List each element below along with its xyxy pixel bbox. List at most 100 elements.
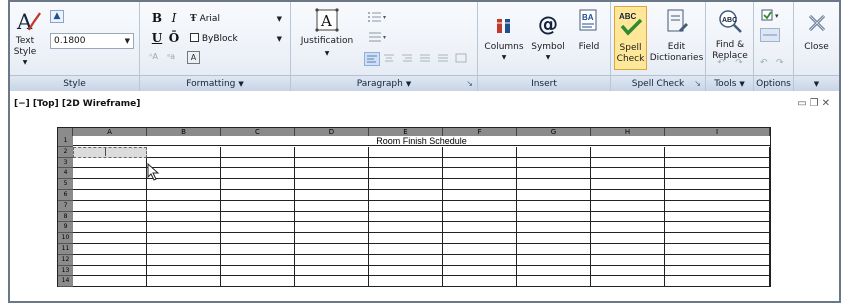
redo-button[interactable]: ↷ xyxy=(732,58,746,70)
table-cell[interactable] xyxy=(665,200,770,212)
table-cell[interactable] xyxy=(443,190,517,201)
font-select[interactable]: Ŧ Arial ▼ xyxy=(186,11,286,27)
table-cell[interactable] xyxy=(73,222,147,234)
table-cell[interactable] xyxy=(73,168,147,180)
table-cell[interactable] xyxy=(221,244,295,255)
table-cell[interactable] xyxy=(73,265,147,277)
table-cell[interactable] xyxy=(443,276,517,288)
distribute-button[interactable] xyxy=(436,52,452,66)
table-cell[interactable] xyxy=(147,146,221,158)
row-header-5[interactable]: 5 xyxy=(58,179,73,190)
table-cell[interactable] xyxy=(517,222,591,234)
table-cell[interactable] xyxy=(369,244,443,255)
table-cell[interactable] xyxy=(517,200,591,212)
table-cell[interactable] xyxy=(369,179,443,190)
table-cell[interactable] xyxy=(517,265,591,277)
table-title-cell[interactable]: Room Finish Schedule xyxy=(73,136,770,146)
chevron-down-icon[interactable]: ▼ xyxy=(125,34,130,48)
justification-button[interactable]: A Justification ▼ xyxy=(297,8,357,66)
table-cell[interactable] xyxy=(369,200,443,212)
table-cell[interactable] xyxy=(221,200,295,212)
table-cell[interactable] xyxy=(295,179,369,190)
uppercase-icon[interactable]: ᴬA xyxy=(149,52,158,61)
line-spacing-button[interactable]: ▾ xyxy=(367,30,389,44)
table-cell[interactable] xyxy=(665,146,770,158)
bullets-numbering-button[interactable]: ▾ xyxy=(367,10,389,24)
table-cell[interactable] xyxy=(221,179,295,190)
table-cell[interactable] xyxy=(591,157,665,169)
table-cell[interactable] xyxy=(369,157,443,169)
table-cell[interactable] xyxy=(517,244,591,255)
column-header-e[interactable]: E xyxy=(369,128,443,136)
table-cell[interactable] xyxy=(665,265,770,277)
table-cell[interactable] xyxy=(221,190,295,201)
table-cell[interactable] xyxy=(295,157,369,169)
restore-icon[interactable]: ❐ xyxy=(810,98,822,109)
chevron-down-icon[interactable]: ▼ xyxy=(277,12,282,26)
tools-panel-title[interactable]: Tools ▼ xyxy=(706,75,753,91)
table-cell[interactable] xyxy=(591,233,665,244)
table-cell[interactable] xyxy=(369,276,443,288)
table-cell[interactable] xyxy=(369,146,443,158)
column-header-a[interactable]: A xyxy=(73,128,147,136)
paragraph-panel-title[interactable]: Paragraph ▼ ↘ xyxy=(291,75,477,91)
table-cell[interactable] xyxy=(443,211,517,223)
table-cell[interactable] xyxy=(295,233,369,244)
table-cell[interactable] xyxy=(295,222,369,234)
table-cell[interactable] xyxy=(443,157,517,169)
options-undo-button[interactable]: ↶ xyxy=(760,58,772,70)
table-cell[interactable] xyxy=(665,254,770,266)
row-header-10[interactable]: 10 xyxy=(58,233,73,244)
table-cell[interactable] xyxy=(369,254,443,266)
find-replace-button[interactable]: ABC Find & Replace xyxy=(708,6,752,61)
table-cell[interactable] xyxy=(591,222,665,234)
table-cell[interactable] xyxy=(295,200,369,212)
align-left-button[interactable] xyxy=(364,52,380,66)
table-cell[interactable] xyxy=(73,190,147,201)
align-right-button[interactable] xyxy=(400,52,416,66)
table-cell[interactable] xyxy=(221,211,295,223)
spell-check-panel-title[interactable]: Spell Check ↘ xyxy=(611,75,705,91)
row-header-2[interactable]: 2 xyxy=(58,146,73,158)
table-cell[interactable] xyxy=(665,157,770,169)
table-cell[interactable] xyxy=(517,146,591,158)
chevron-down-icon[interactable]: ▼ xyxy=(277,32,282,46)
annotative-toggle[interactable]: ▲ xyxy=(50,10,64,23)
edit-dictionaries-button[interactable]: Edit Dictionaries xyxy=(649,6,704,70)
insert-panel-title[interactable]: Insert xyxy=(478,75,610,91)
table-cell[interactable] xyxy=(295,265,369,277)
table-cell[interactable] xyxy=(665,211,770,223)
close-panel-title[interactable]: ▼ xyxy=(794,75,839,91)
row-header-9[interactable]: 9 xyxy=(58,222,73,234)
table-cell[interactable] xyxy=(665,168,770,180)
table-cell[interactable] xyxy=(517,276,591,288)
text-height-input[interactable]: 0.1800 ▼ xyxy=(50,33,134,49)
table-cell[interactable] xyxy=(665,190,770,201)
align-center-button[interactable] xyxy=(382,52,398,66)
overline-button[interactable]: Ō xyxy=(166,30,182,46)
table-cell[interactable] xyxy=(665,233,770,244)
table-cell[interactable] xyxy=(73,200,147,212)
ruler-button[interactable] xyxy=(760,28,780,42)
table-cell[interactable] xyxy=(295,244,369,255)
table-cell[interactable] xyxy=(295,254,369,266)
table-cell[interactable] xyxy=(147,200,221,212)
table-cell[interactable] xyxy=(443,146,517,158)
text-style-button[interactable]: A Text Style ▼ xyxy=(14,8,42,68)
panel-expand-icon[interactable]: ↘ xyxy=(694,76,701,92)
row-header-8[interactable]: 8 xyxy=(58,211,73,223)
table-cell[interactable] xyxy=(147,211,221,223)
table-cell[interactable] xyxy=(73,244,147,255)
table-cell[interactable] xyxy=(295,146,369,158)
background-mask-icon[interactable]: A xyxy=(187,51,200,64)
table-cell[interactable] xyxy=(517,233,591,244)
table-cell[interactable] xyxy=(369,222,443,234)
table-cell[interactable] xyxy=(73,157,147,169)
table-cell[interactable] xyxy=(591,190,665,201)
table-editor[interactable]: ABCDEFGHI 1 2 3 4 5 6 7 8 9 10 11 12 13 14 Room Finis… xyxy=(57,127,771,288)
table-cell[interactable] xyxy=(369,211,443,223)
italic-button[interactable]: I xyxy=(166,10,182,26)
row-header-1[interactable]: 1 xyxy=(58,136,73,147)
table-cell[interactable] xyxy=(221,233,295,244)
columns-button[interactable]: Columns ▼ xyxy=(482,8,526,66)
